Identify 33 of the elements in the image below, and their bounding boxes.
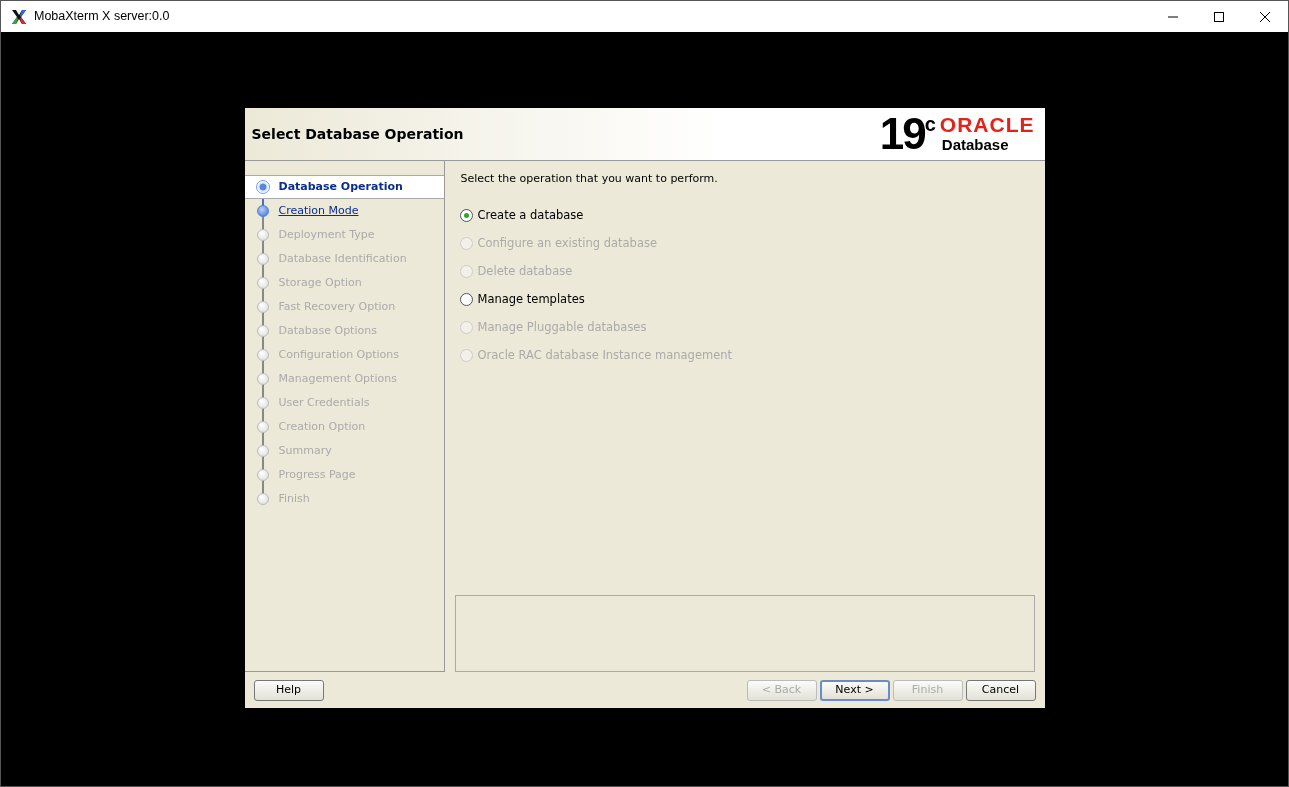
radio-label: Delete database: [477, 262, 573, 280]
radio-label[interactable]: Manage templates: [477, 290, 585, 309]
maximize-icon[interactable]: [1214, 11, 1224, 22]
dialog-button[interactable]: Cancel: [965, 679, 1036, 701]
radio-label: Configure an existing database: [477, 234, 657, 252]
step-item: Summary: [278, 442, 332, 459]
version-logo: 19$^{c}$: [879, 114, 936, 154]
instruction-text: Select the operation that you want to perform.: [460, 171, 719, 187]
step-item: Configuration Options: [278, 346, 400, 363]
step-item: Progress Page: [278, 466, 356, 483]
dialog-button[interactable]: Next >: [819, 679, 890, 701]
dialog-title: Select Database Operation: [251, 124, 464, 144]
radio-label[interactable]: Create a database: [477, 206, 584, 225]
step-item: Database Identification: [278, 250, 407, 267]
radio-button[interactable]: [459, 209, 473, 222]
step-item: User Credentials: [278, 394, 370, 411]
step-item: Database Options: [278, 322, 377, 339]
step-item: Management Options: [278, 370, 397, 387]
app-logo-icon: [10, 7, 28, 26]
product-name: Database: [941, 136, 1010, 154]
brand-logo: ORACLE: [939, 114, 1035, 136]
step-item: Storage Option: [278, 274, 362, 291]
dialog-button[interactable]: Help: [253, 679, 324, 701]
radio-label: Manage Pluggable databases: [477, 318, 647, 336]
window-title: MobaXterm X server:0.0: [34, 8, 170, 26]
step-item: Deployment Type: [278, 226, 375, 243]
step-item: Finish: [278, 490, 310, 507]
step-item: Creation Option: [278, 418, 366, 435]
step-item: Fast Recovery Option: [278, 298, 396, 315]
radio-label: Oracle RAC database Instance management: [477, 346, 733, 364]
step-item[interactable]: Creation Mode: [278, 202, 359, 220]
close-icon[interactable]: [1260, 11, 1270, 22]
radio-button[interactable]: [459, 293, 473, 306]
